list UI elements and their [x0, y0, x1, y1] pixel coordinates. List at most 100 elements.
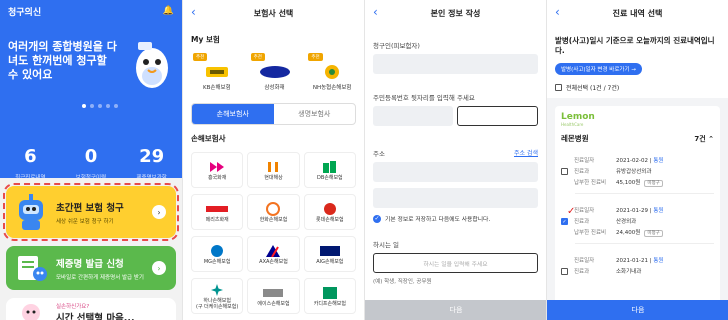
claim-status-badge: 미청구 — [644, 179, 663, 187]
my-insurer-samsung[interactable]: 추천 삼성화재 — [250, 53, 299, 91]
insurer-item[interactable]: AIG손해보험 — [303, 236, 356, 272]
record-date: 2021-01-21 | 통원 — [616, 257, 664, 264]
header: ‹ 보험사 선택 — [183, 0, 364, 26]
change-date-chip[interactable]: 발병(사고)일자 변경 바로가기 → — [555, 63, 642, 75]
insurer-item[interactable]: 하나손해보험 (구 더케이손해보험) — [191, 278, 244, 314]
insurer-item[interactable]: 메리츠화재 — [191, 194, 244, 230]
hospital-header[interactable]: 레몬병원 7건 ⌃ — [561, 133, 714, 144]
my-insurer-nh[interactable]: 추천 NH농협손해보험 — [308, 53, 356, 91]
next-button[interactable]: 다음 — [547, 300, 728, 320]
job-input[interactable]: 하시는 일을 입력해 주세요 — [373, 253, 538, 273]
checkbox[interactable] — [555, 84, 562, 91]
record-table: 진료일자 2021-02-02 | 통원 진료과 유방갑상선외과 납부한 진료비… — [574, 154, 663, 187]
app-logo: 청구의신 — [8, 7, 42, 18]
save-default-check[interactable]: ✓ 기본 정보로 저장하고 다음에도 사용합니다. — [365, 208, 546, 223]
tab-life[interactable]: 생명보험사 — [274, 104, 356, 124]
treatment-record[interactable]: 진료일자 2021-02-02 | 통원 진료과 유방갑상선외과 납부한 진료비… — [561, 154, 714, 187]
section-title: My 보험 — [191, 35, 220, 44]
insurer-item[interactable]: 에이스손해보험 — [247, 278, 300, 314]
address-search-link[interactable]: 주소 검색 — [514, 148, 538, 158]
stat-value: 0 — [84, 146, 98, 167]
insurer-name: AIG손해보험 — [316, 259, 344, 265]
insurer-item[interactable]: AXA손해보험 — [247, 236, 300, 272]
insurer-item[interactable]: DB손해보험 — [303, 152, 356, 188]
amount-value: 24,400원 — [616, 229, 641, 236]
page-title: 보험사 선택 — [253, 8, 294, 18]
address-detail-field[interactable] — [373, 188, 538, 208]
treatment-record[interactable]: ✓ ✓ 진료일자 2021-01-29 | 통원 진료과 산경외과 납부한 진료… — [561, 204, 714, 237]
db-logo-icon — [322, 159, 337, 175]
ssn-front-field[interactable] — [373, 106, 453, 126]
insurer-item[interactable]: MG손해보험 — [191, 236, 244, 272]
checkbox[interactable] — [561, 268, 568, 275]
address-label: 주소 — [373, 150, 385, 158]
treatment-record[interactable]: 진료일자 2021-01-21 | 통원 진료과 소화기내과 — [561, 254, 714, 276]
amount-value: 45,100원 — [616, 179, 641, 186]
my-insurer-kb[interactable]: 추천 KB손해보험 — [193, 53, 241, 91]
date-value: 2021-02-02 — [616, 157, 648, 164]
lotte-logo-icon — [323, 201, 337, 217]
visit-type-link[interactable]: 통원 — [653, 158, 663, 164]
checkbox[interactable] — [561, 168, 568, 175]
insurer-item[interactable]: 현대해상 — [247, 152, 300, 188]
record-table: 진료일자 2021-01-29 | 통원 진료과 산경외과 납부한 진료비 24… — [574, 204, 663, 237]
insurer-name: 메리츠화재 — [205, 217, 229, 223]
bell-icon[interactable]: 🔔 — [163, 6, 174, 16]
next-button[interactable]: 다음 — [365, 300, 546, 320]
address-field[interactable] — [373, 162, 538, 182]
tab-non-life[interactable]: 손해보험사 — [192, 104, 274, 124]
chevron-right-icon: › — [152, 261, 166, 275]
checkbox-checked[interactable]: ✓ — [561, 218, 568, 225]
visit-type-link[interactable]: 통원 — [653, 208, 663, 214]
record-amount: 45,100원 미청구 — [616, 176, 663, 187]
insurer-item[interactable]: 롯데손해보험 — [303, 194, 356, 230]
insurer-grid: 흥국화재 현대해상 DB손해보험 메리츠화재 한화손해보험 롯데손해보험 MG손… — [183, 148, 364, 318]
ssn-back-field[interactable] — [456, 106, 538, 126]
certificate-card[interactable]: 제증명 발급 신청 모바일로 간편하게 제증명서 발급 받기 › — [6, 246, 176, 290]
counseling-card[interactable]: 실손하신가요? 시간 선택형 마음... — [6, 298, 176, 320]
home-screen: 청구의신 🔔 여러개의 종합병원을 다녀도 한꺼번에 청구할 수 있어요 6 최… — [0, 0, 182, 320]
hyundai-logo-icon — [267, 159, 279, 175]
insurer-item[interactable]: 한화손해보험 — [247, 194, 300, 230]
chevron-right-icon: › — [152, 205, 166, 219]
back-icon[interactable]: ‹ — [373, 5, 378, 19]
insurer-name: 한화손해보험 — [259, 217, 288, 223]
axa-logo-icon — [266, 243, 281, 259]
back-icon[interactable]: ‹ — [555, 5, 560, 19]
quick-claim-card[interactable]: 초간편 보험 청구 세상 쉬운 보험 청구 하기 › — [3, 183, 179, 241]
record-key: 진료과 — [574, 268, 590, 275]
insurer-name: 삼성화재 — [264, 85, 285, 91]
page-title: 진료 내역 선택 — [612, 8, 663, 18]
dept-value: 산경외과 — [616, 218, 637, 225]
robot-icon — [6, 186, 56, 238]
dept-value: 소화기내과 — [616, 268, 642, 275]
insurer-name: 에이스손해보험 — [257, 301, 290, 307]
mascot-icon — [136, 42, 168, 88]
insurer-item[interactable]: 카디프손해보험 — [303, 278, 356, 314]
hana-logo-icon — [210, 282, 224, 298]
record-count: 7건 — [694, 134, 706, 143]
insurer-name: 하나손해보험 (구 더케이손해보험) — [196, 298, 239, 310]
insurer-name: AXA손해보험 — [259, 259, 288, 265]
save-default-label: 기본 정보로 저장하고 다음에도 사용합니다. — [385, 217, 491, 223]
stat-value: 6 — [24, 146, 37, 167]
claimant-field[interactable] — [373, 54, 538, 74]
insurer-name: DB손해보험 — [316, 175, 343, 181]
home-top-bar: 청구의신 🔔 — [0, 0, 182, 22]
hero-banner[interactable]: 여러개의 종합병원을 다녀도 한꺼번에 청구할 수 있어요 — [0, 22, 182, 116]
hospital-logo: Lemon HealthCare — [561, 112, 714, 127]
record-table: 진료일자 2021-01-21 | 통원 진료과 소화기내과 — [574, 254, 663, 276]
insurer-select-screen: ‹ 보험사 선택 My 보험 추천 KB손해보험 추천 삼성화재 추천 NH농협… — [182, 0, 364, 320]
robot-doc-icon — [6, 246, 56, 290]
claimant-label: 청구인(피보험자) — [373, 42, 420, 50]
insurer-item[interactable]: 흥국화재 — [191, 152, 244, 188]
header: ‹ 진료 내역 선택 — [547, 0, 728, 26]
kb-logo-icon — [193, 61, 241, 83]
select-all-row[interactable]: 전체선택 (1건 / 7건) — [555, 83, 720, 92]
date-value: 2021-01-29 — [616, 207, 648, 214]
job-hint: (예) 학생, 직장인, 공무원 — [373, 279, 432, 285]
back-icon[interactable]: ‹ — [191, 5, 196, 19]
visit-type-link[interactable]: 통원 — [653, 258, 663, 264]
record-key: 납부한 진료비 — [574, 229, 607, 236]
hanwha-logo-icon — [266, 201, 281, 217]
